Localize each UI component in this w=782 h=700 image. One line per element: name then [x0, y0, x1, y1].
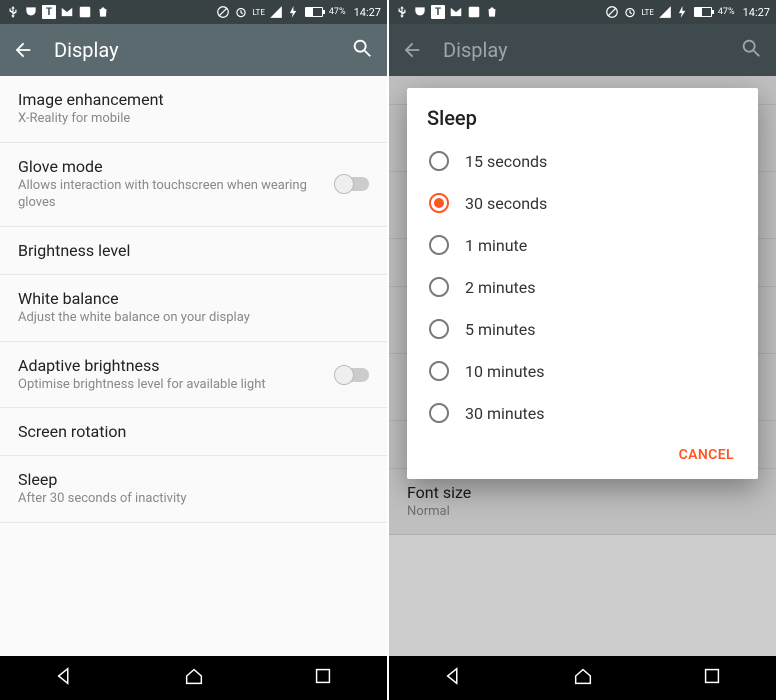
- mail-icon: [60, 5, 74, 19]
- clock: 14:27: [354, 6, 381, 19]
- dialog-title: Sleep: [427, 106, 738, 130]
- settings-row[interactable]: Sleep After 30 seconds of inactivity: [0, 456, 387, 523]
- sleep-dialog: Sleep 15 seconds 30 seconds 1 minute 2 minu…: [407, 88, 758, 479]
- google-plus-icon: [467, 5, 481, 19]
- network-label: LTE: [641, 8, 654, 17]
- settings-row[interactable]: Adaptive brightness Optimise brightness l…: [0, 342, 387, 409]
- battery-pct: 47%: [718, 7, 735, 17]
- radio-label: 10 minutes: [465, 362, 545, 381]
- signal-icon: [269, 5, 283, 19]
- sleep-option[interactable]: 5 minutes: [427, 308, 738, 350]
- clock: 14:27: [743, 6, 770, 19]
- pocket-icon: [413, 5, 427, 19]
- radio-label: 1 minute: [465, 236, 527, 255]
- shopping-icon: [485, 5, 499, 19]
- row-subtitle: Optimise brightness level for available …: [18, 377, 323, 394]
- row-title: Brightness level: [18, 241, 369, 260]
- page-title: Display: [443, 38, 740, 62]
- row-subtitle: X-Reality for mobile: [18, 111, 369, 128]
- status-bar: T LTE 47% 14:27: [0, 0, 387, 24]
- row-title: Sleep: [18, 470, 369, 489]
- row-title: Image enhancement: [18, 90, 369, 109]
- network-label: LTE: [252, 8, 265, 17]
- bolt-icon: [676, 5, 690, 19]
- app-bar: Display: [0, 24, 387, 76]
- radio-icon: [429, 235, 449, 255]
- usb-icon: [6, 5, 20, 19]
- toggle-switch[interactable]: [335, 368, 369, 382]
- no-sim-icon: [216, 5, 230, 19]
- alarm-icon: [623, 5, 637, 19]
- nav-back[interactable]: [54, 665, 76, 691]
- mail-icon: [449, 5, 463, 19]
- radio-icon: [429, 319, 449, 339]
- nav-recent[interactable]: [701, 665, 723, 691]
- signal-icon: [658, 5, 672, 19]
- nav-home[interactable]: [183, 665, 205, 691]
- settings-row[interactable]: Screen rotation: [0, 408, 387, 456]
- no-sim-icon: [605, 5, 619, 19]
- nav-recent[interactable]: [312, 665, 334, 691]
- settings-row[interactable]: White balance Adjust the white balance on…: [0, 275, 387, 342]
- row-title: Glove mode: [18, 157, 323, 176]
- radio-label: 30 seconds: [465, 194, 547, 213]
- t-icon: T: [431, 5, 445, 19]
- usb-icon: [395, 5, 409, 19]
- status-bar: T LTE 47% 14:27: [389, 0, 776, 24]
- cancel-button[interactable]: CANCEL: [679, 447, 734, 463]
- pocket-icon: [24, 5, 38, 19]
- sleep-option[interactable]: 10 minutes: [427, 350, 738, 392]
- app-bar: Display: [389, 24, 776, 76]
- radio-icon: [429, 361, 449, 381]
- settings-row[interactable]: Brightness level: [0, 227, 387, 275]
- battery-icon: [694, 7, 712, 17]
- back-button[interactable]: [10, 37, 36, 63]
- nav-home[interactable]: [572, 665, 594, 691]
- battery-pct: 47%: [329, 7, 346, 17]
- settings-list: Image enhancement X-Reality for mobile Glo…: [0, 76, 387, 656]
- sleep-option[interactable]: 2 minutes: [427, 266, 738, 308]
- shopping-icon: [96, 5, 110, 19]
- page-title: Display: [54, 38, 351, 62]
- phone-right: T LTE 47% 14:27 Display WAAOSSASODFont s…: [389, 0, 778, 700]
- bolt-icon: [287, 5, 301, 19]
- google-plus-icon: [78, 5, 92, 19]
- search-button[interactable]: [351, 37, 377, 63]
- nav-back[interactable]: [443, 665, 465, 691]
- row-subtitle: Adjust the white balance on your display: [18, 310, 369, 327]
- nav-bar: [0, 656, 387, 700]
- sleep-option[interactable]: 1 minute: [427, 224, 738, 266]
- alarm-icon: [234, 5, 248, 19]
- radio-icon: [429, 277, 449, 297]
- radio-icon: [429, 403, 449, 423]
- radio-label: 2 minutes: [465, 278, 536, 297]
- radio-icon: [429, 193, 449, 213]
- row-title: White balance: [18, 289, 369, 308]
- phone-left: T LTE 47% 14:27 Display Image enhancemen…: [0, 0, 389, 700]
- radio-label: 5 minutes: [465, 320, 536, 339]
- t-icon: T: [42, 5, 56, 19]
- sleep-option[interactable]: 15 seconds: [427, 140, 738, 182]
- settings-list-dimmed: WAAOSSASODFont sizeNormal Sleep 15 secon…: [389, 76, 776, 656]
- row-subtitle: After 30 seconds of inactivity: [18, 491, 369, 508]
- radio-label: 30 minutes: [465, 404, 545, 423]
- radio-icon: [429, 151, 449, 171]
- battery-icon: [305, 7, 323, 17]
- back-button: [399, 37, 425, 63]
- settings-row[interactable]: Glove mode Allows interaction with touchs…: [0, 143, 387, 227]
- row-title: Adaptive brightness: [18, 356, 323, 375]
- sleep-option[interactable]: 30 seconds: [427, 182, 738, 224]
- nav-bar: [389, 656, 776, 700]
- sleep-option[interactable]: 30 minutes: [427, 392, 738, 434]
- settings-row[interactable]: Image enhancement X-Reality for mobile: [0, 76, 387, 143]
- radio-label: 15 seconds: [465, 152, 547, 171]
- row-title: Screen rotation: [18, 422, 369, 441]
- toggle-switch[interactable]: [335, 177, 369, 191]
- row-subtitle: Allows interaction with touchscreen when…: [18, 178, 323, 212]
- search-button: [740, 37, 766, 63]
